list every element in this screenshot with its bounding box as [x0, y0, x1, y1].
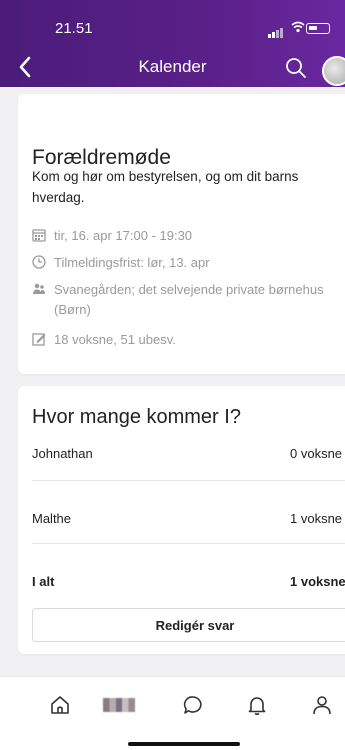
home-indicator — [128, 742, 240, 746]
profile-icon[interactable] — [310, 693, 334, 717]
calendar-icon — [32, 229, 46, 242]
child-name: Johnathan — [32, 446, 93, 461]
chat-icon[interactable] — [181, 693, 205, 717]
divider — [32, 480, 345, 481]
top-bar: 21.51 Kalender — [0, 0, 345, 87]
attendance-title: Hvor mange kommer I? — [32, 406, 241, 428]
total-row: I alt 1 voksne — [32, 574, 345, 594]
table-row[interactable]: Johnathan 0 voksne — [32, 446, 345, 466]
event-description: Kom og hør om bestyrelsen, og om dit bar… — [32, 169, 299, 205]
table-row[interactable]: Malthe 1 voksne — [32, 511, 345, 531]
event-responses: 18 voksne, 51 ubesv. — [54, 332, 176, 347]
attendance-value: 0 voksne — [290, 446, 343, 461]
total-label: I alt — [32, 574, 55, 589]
child-name: Malthe — [32, 511, 72, 526]
search-icon[interactable] — [285, 57, 307, 79]
avatar[interactable] — [322, 56, 345, 86]
event-location: Svanegården; det selvejende private børn… — [54, 282, 324, 317]
battery-icon — [306, 23, 330, 34]
home-icon[interactable] — [48, 693, 72, 717]
people-icon — [33, 283, 45, 294]
event-deadline: Tilmeldingsfrist: lør, 13. apr — [54, 255, 210, 270]
divider — [32, 543, 345, 544]
status-time: 21.51 — [55, 20, 93, 37]
signal-icon — [268, 28, 283, 38]
bell-icon[interactable] — [245, 693, 269, 717]
wifi-icon — [291, 21, 305, 33]
clock-icon — [32, 255, 46, 269]
edit-note-icon — [32, 333, 46, 346]
tab-bar — [0, 676, 345, 750]
edit-response-button[interactable]: Redigér svar — [32, 608, 345, 642]
attendance-card: Hvor mange kommer I? Johnathan 0 voksne … — [18, 386, 345, 654]
total-value: 1 voksne — [290, 574, 345, 589]
event-date: tir, 16. apr 17:00 - 19:30 — [54, 228, 193, 243]
event-card: Forældremøde Kom og hør om bestyrelsen, … — [18, 94, 345, 374]
blurred-profile-image[interactable] — [103, 698, 135, 712]
attendance-value: 1 voksne — [290, 511, 343, 526]
